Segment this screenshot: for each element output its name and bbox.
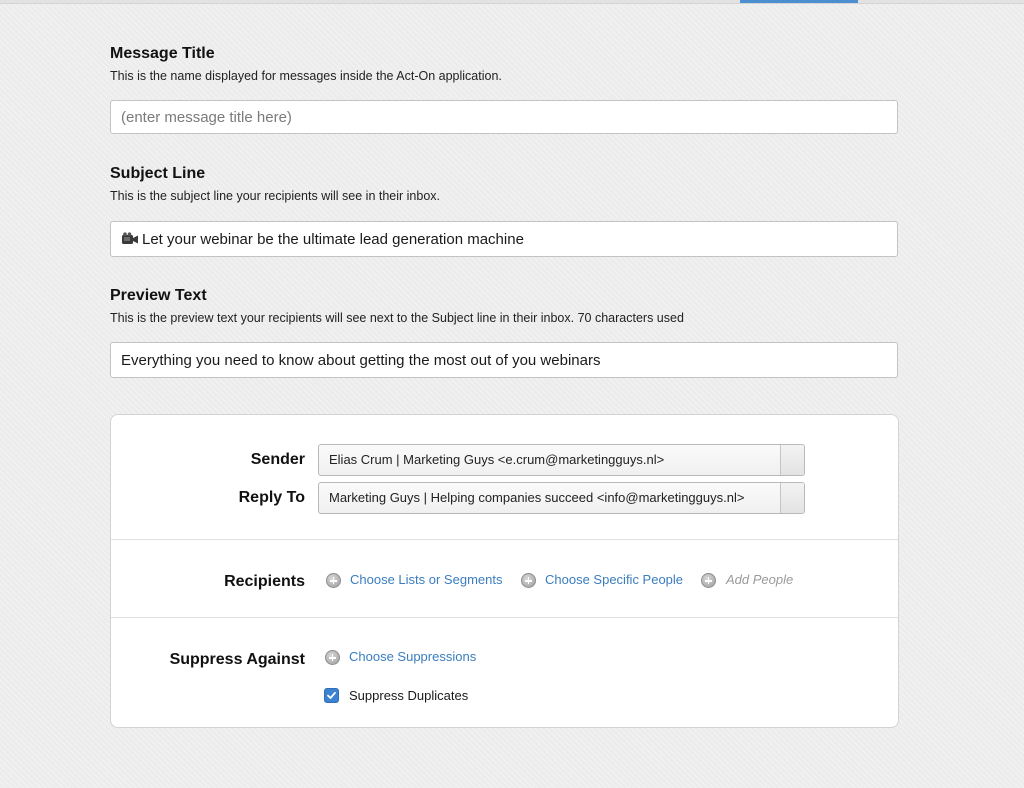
preview-text-heading: Preview Text <box>110 287 207 304</box>
sender-dropdown-handle[interactable] <box>780 445 804 475</box>
suppress-duplicates-label[interactable]: Suppress Duplicates <box>349 688 468 703</box>
subject-line-input[interactable] <box>139 224 897 254</box>
add-circle-icon[interactable] <box>521 573 536 588</box>
message-title-heading: Message Title <box>110 45 215 62</box>
reply-to-select[interactable]: Marketing Guys | Helping companies succe… <box>318 482 805 514</box>
preview-text-input[interactable] <box>110 342 898 378</box>
subject-line-description: This is the subject line your recipients… <box>110 189 441 203</box>
sender-selected-value: Elias Crum | Marketing Guys <e.crum@mark… <box>329 452 665 467</box>
add-circle-icon[interactable] <box>325 650 340 665</box>
video-camera-icon <box>121 232 139 246</box>
card-divider <box>111 617 898 618</box>
delivery-settings-card: Sender Elias Crum | Marketing Guys <e.cr… <box>110 414 899 728</box>
sender-select[interactable]: Elias Crum | Marketing Guys <e.crum@mark… <box>318 444 805 476</box>
recipients-label: Recipients <box>224 573 305 590</box>
choose-people-link[interactable]: Choose Specific People <box>545 572 683 587</box>
sender-label: Sender <box>250 451 305 468</box>
subject-line-section: Subject Line This is the subject line yo… <box>110 164 900 257</box>
add-circle-icon <box>701 573 716 588</box>
message-title-description: This is the name displayed for messages … <box>110 69 502 83</box>
add-circle-icon[interactable] <box>326 573 341 588</box>
reply-to-dropdown-handle[interactable] <box>780 483 804 513</box>
active-tab-indicator <box>740 0 858 3</box>
suppress-duplicates-checkbox[interactable] <box>324 688 339 703</box>
message-title-input[interactable] <box>110 100 898 134</box>
reply-to-selected-value: Marketing Guys | Helping companies succe… <box>329 490 745 505</box>
subject-line-field[interactable] <box>110 221 898 257</box>
card-divider <box>111 539 898 540</box>
checkmark-icon <box>327 691 336 699</box>
subject-line-heading: Subject Line <box>110 165 206 182</box>
message-title-section: Message Title This is the name displayed… <box>110 44 900 134</box>
preview-text-section: Preview Text This is the preview text yo… <box>110 286 900 378</box>
top-divider <box>0 0 1024 4</box>
choose-lists-link[interactable]: Choose Lists or Segments <box>350 572 502 587</box>
preview-text-description: This is the preview text your recipients… <box>110 311 684 325</box>
choose-suppressions-link[interactable]: Choose Suppressions <box>349 649 476 664</box>
add-people-link: Add People <box>726 572 794 587</box>
suppress-against-label: Suppress Against <box>169 651 305 668</box>
reply-to-label: Reply To <box>238 489 305 506</box>
